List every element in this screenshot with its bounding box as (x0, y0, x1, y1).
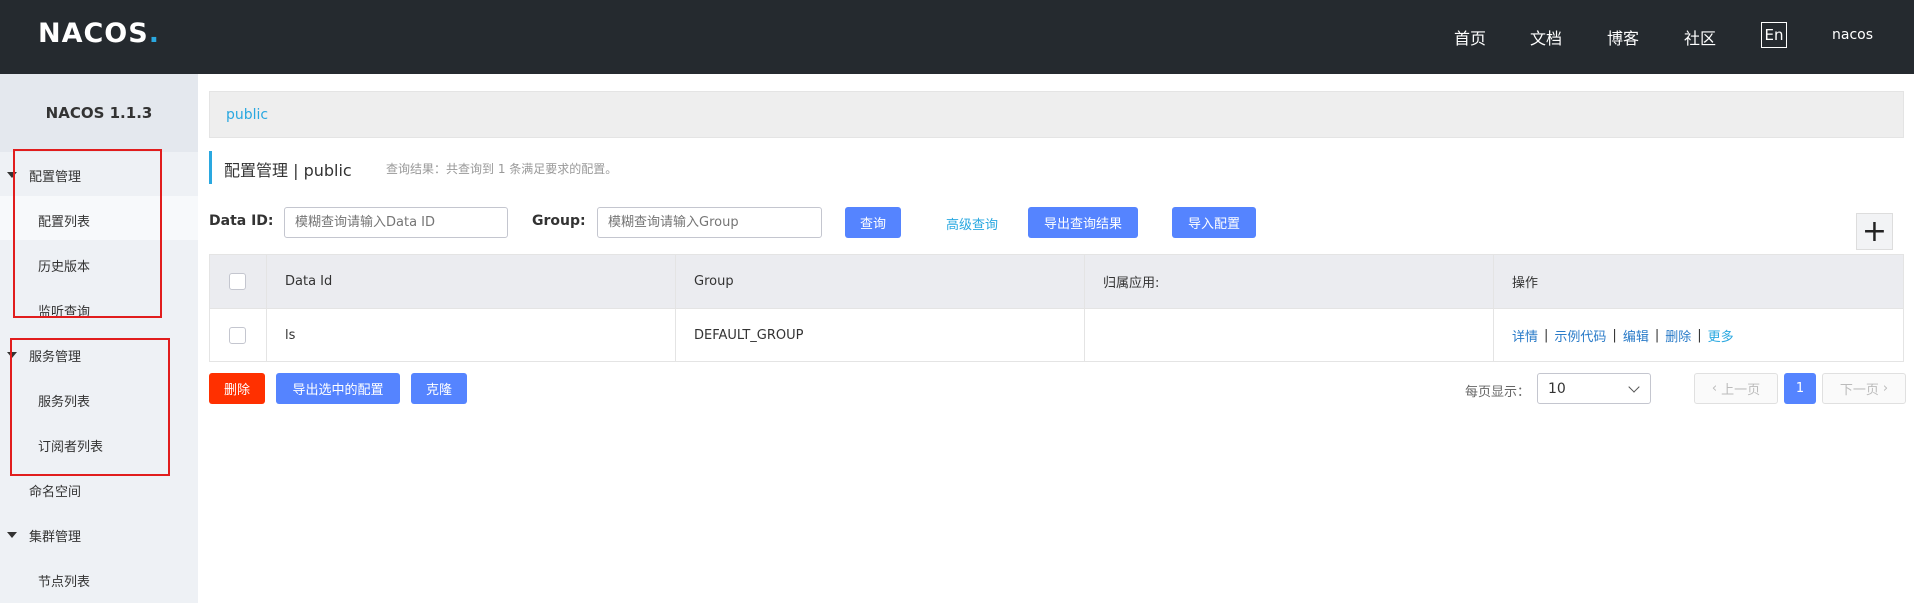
user-menu[interactable]: nacos (1832, 27, 1873, 43)
plus-icon: + (1861, 214, 1888, 249)
details-link[interactable]: 详情 (1512, 326, 1538, 345)
sidebar-title: NACOS 1.1.3 (0, 74, 198, 152)
import-config-button[interactable]: 导入配置 (1172, 207, 1256, 238)
sidebar-group-cluster[interactable]: 集群管理 (29, 526, 81, 545)
page-title: 配置管理 | public (224, 161, 352, 180)
per-page-select[interactable]: 10 (1537, 373, 1651, 404)
breadcrumb: public (209, 91, 1904, 138)
table-row: ls DEFAULT_GROUP 详情 | 示例代码 | 编辑 | 删除 | 更多 (210, 308, 1903, 362)
sample-code-link[interactable]: 示例代码 (1554, 326, 1606, 345)
delete-link[interactable]: 删除 (1665, 326, 1691, 345)
cell-dataid: ls (267, 309, 676, 362)
bulk-delete-button[interactable]: 删除 (209, 373, 265, 404)
clone-button[interactable]: 克隆 (411, 373, 467, 404)
config-table: Data Id Group 归属应用: 操作 ls DEFAULT_GROUP … (209, 254, 1904, 362)
group-search-input[interactable] (597, 207, 822, 238)
select-all-checkbox[interactable] (229, 273, 246, 290)
chevron-left-icon: ‹ (1711, 381, 1718, 396)
next-page-button[interactable]: 下一页 › (1822, 373, 1906, 404)
page-1-button[interactable]: 1 (1784, 373, 1816, 404)
cell-operations: 详情 | 示例代码 | 编辑 | 删除 | 更多 (1512, 326, 1734, 345)
column-header-operations: 操作 (1512, 276, 1539, 291)
chevron-down-icon (1628, 381, 1640, 393)
highlight-box-service (10, 338, 170, 476)
column-header-group: Group (676, 255, 1085, 308)
chevron-right-icon: › (1882, 381, 1889, 396)
query-result-text: 查询结果：共查询到 1 条满足要求的配置。 (386, 162, 618, 176)
dataid-search-input[interactable] (284, 207, 508, 238)
caret-down-icon (7, 532, 17, 538)
row-checkbox[interactable] (229, 327, 246, 344)
column-header-dataid: Data Id (267, 255, 676, 308)
nav-home[interactable]: 首页 (1454, 25, 1486, 49)
cell-group: DEFAULT_GROUP (676, 309, 1085, 362)
select-all-cell (210, 255, 267, 308)
language-toggle-button[interactable]: En (1761, 22, 1787, 48)
query-button[interactable]: 查询 (845, 207, 901, 238)
sidebar-item-nodes[interactable]: 节点列表 (38, 571, 90, 590)
cell-app (1085, 309, 1494, 362)
group-label: Group: (532, 213, 586, 229)
top-bar: NACOS. 首页 文档 博客 社区 En nacos (0, 0, 1914, 74)
sidebar-item-namespace[interactable]: 命名空间 (29, 481, 81, 500)
namespace-public-link[interactable]: public (226, 107, 268, 123)
nav-blog[interactable]: 博客 (1607, 25, 1639, 49)
per-page-label: 每页显示： (1465, 385, 1531, 400)
dataid-label: Data ID: (209, 213, 274, 229)
more-link[interactable]: 更多 (1708, 326, 1734, 345)
row-select-cell (210, 309, 267, 362)
title-accent (209, 151, 212, 184)
advanced-query-link[interactable]: 高级查询 (946, 214, 998, 233)
export-results-button[interactable]: 导出查询结果 (1028, 207, 1138, 238)
add-config-button[interactable]: + (1856, 213, 1893, 250)
edit-link[interactable]: 编辑 (1623, 326, 1649, 345)
prev-page-button[interactable]: ‹ 上一页 (1694, 373, 1778, 404)
table-header: Data Id Group 归属应用: 操作 (210, 255, 1903, 308)
per-page-value: 10 (1548, 380, 1566, 397)
column-header-app: 归属应用: (1085, 255, 1494, 308)
nav-docs[interactable]: 文档 (1530, 25, 1562, 49)
highlight-box-config (13, 149, 162, 318)
nav-community[interactable]: 社区 (1684, 25, 1716, 49)
nacos-logo[interactable]: NACOS. (38, 18, 160, 49)
export-selected-button[interactable]: 导出选中的配置 (276, 373, 400, 404)
